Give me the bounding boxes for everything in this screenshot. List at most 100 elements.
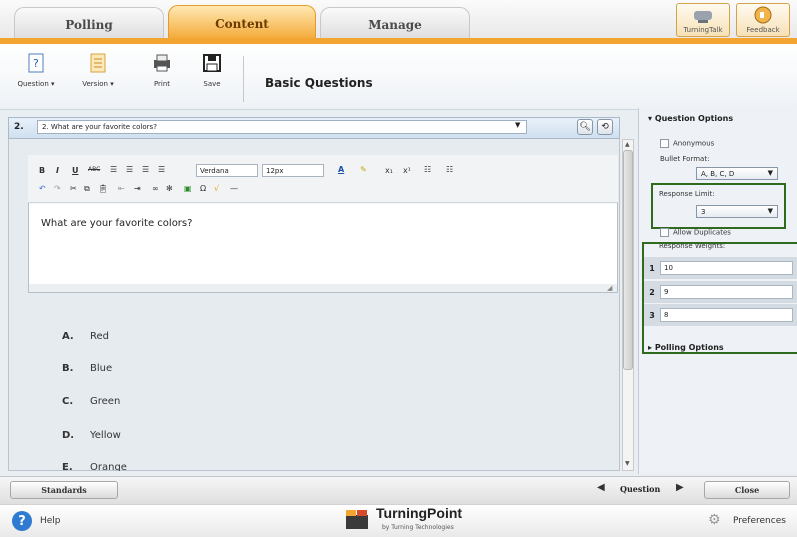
version-icon: [90, 53, 106, 73]
bullet-list-icon[interactable]: ☷: [424, 165, 431, 174]
tab-content[interactable]: Content: [168, 5, 316, 41]
page-title: Basic Questions: [265, 76, 373, 90]
outdent-icon[interactable]: ⇤: [118, 184, 125, 193]
answer-text[interactable]: Green: [90, 396, 120, 407]
answer-letter: A.: [62, 331, 74, 342]
polling-options-header[interactable]: ▸ Polling Options: [648, 343, 724, 352]
link-icon[interactable]: ∞: [152, 184, 159, 193]
chevron-down-icon[interactable]: ▼: [515, 121, 520, 129]
align-left-icon[interactable]: ☰: [110, 165, 117, 174]
svg-text:?: ?: [33, 57, 39, 70]
answer-letter: C.: [62, 396, 74, 407]
print-label: Print: [153, 80, 171, 88]
align-justify-icon[interactable]: ☰: [158, 165, 165, 174]
bold-icon[interactable]: B: [39, 166, 45, 175]
version-button[interactable]: Version ▾: [78, 52, 118, 104]
scroll-down-icon[interactable]: ▼: [625, 460, 630, 467]
indent-icon[interactable]: ⇥: [134, 184, 141, 193]
highlight-icon[interactable]: ✎: [360, 165, 367, 174]
help-label[interactable]: Help: [40, 516, 61, 526]
question-button[interactable]: ? Question ▾: [16, 52, 56, 104]
turningpoint-logo-icon: [344, 507, 372, 531]
weight-input[interactable]: 9: [660, 285, 793, 299]
numbered-list-icon[interactable]: ☷: [446, 165, 453, 174]
question-nav-label: Question: [620, 484, 661, 494]
rte-toolbar: [28, 155, 618, 203]
save-label: Save: [203, 80, 221, 88]
undo-icon[interactable]: ↶: [39, 184, 46, 193]
question-number: 2.: [14, 122, 24, 132]
tab-content-label: Content: [215, 16, 269, 31]
italic-icon[interactable]: I: [56, 166, 59, 175]
tab-polling[interactable]: Polling: [14, 7, 164, 41]
copy-icon[interactable]: ⧉: [84, 184, 90, 194]
strikethrough-icon[interactable]: ABC: [88, 166, 100, 173]
next-question-icon[interactable]: ▶: [676, 482, 684, 493]
help-icon[interactable]: ?: [12, 511, 32, 531]
version-label: Version ▾: [82, 80, 114, 88]
question-text-body[interactable]: What are your favorite colors?: [29, 204, 617, 284]
unlink-icon[interactable]: ✻: [166, 184, 173, 193]
print-button[interactable]: Print: [142, 52, 182, 104]
answer-text[interactable]: Red: [90, 331, 109, 342]
refresh-button[interactable]: ⟲: [597, 119, 613, 135]
answer-letter: B.: [62, 363, 74, 374]
magnifier-icon: 🔍︎: [579, 122, 591, 132]
weight-row: 29: [644, 281, 797, 303]
scroll-thumb[interactable]: [623, 150, 633, 370]
answer-text[interactable]: Orange: [90, 462, 127, 471]
font-size-select[interactable]: 12px: [262, 164, 324, 177]
align-center-icon[interactable]: ☰: [126, 165, 133, 174]
turningtalk-icon: [694, 11, 712, 23]
question-options-header[interactable]: ▾ Question Options: [648, 114, 733, 123]
bullet-format-select[interactable]: A, B, C, D ▼: [696, 167, 778, 180]
feedback-button[interactable]: Feedback: [736, 3, 790, 37]
paste-icon[interactable]: 📋︎: [98, 184, 108, 193]
print-icon: [154, 54, 170, 72]
answer-text[interactable]: Yellow: [90, 430, 121, 441]
turningtalk-button[interactable]: TurningTalk: [676, 3, 730, 37]
subscript-icon[interactable]: x₁: [385, 166, 393, 175]
question-text: What are your favorite colors?: [41, 218, 193, 229]
horizontal-rule-icon[interactable]: —: [230, 184, 238, 193]
question-select[interactable]: 2. What are your favorite colors?: [37, 120, 527, 134]
zoom-button[interactable]: 🔍︎: [577, 119, 593, 135]
feedback-label: Feedback: [746, 26, 780, 34]
font-family-select[interactable]: Verdana: [196, 164, 258, 177]
previous-question-icon[interactable]: ◀: [597, 482, 605, 493]
image-icon[interactable]: ▣: [184, 184, 192, 193]
redo-icon[interactable]: ↷: [54, 184, 61, 193]
feedback-icon: [754, 6, 772, 24]
resize-grip-icon[interactable]: ◢: [607, 284, 612, 292]
special-char-icon[interactable]: Ω: [200, 184, 206, 193]
allow-duplicates-checkbox[interactable]: Allow Duplicates: [660, 228, 731, 237]
anonymous-checkbox[interactable]: Anonymous: [660, 139, 714, 148]
tab-polling-label: Polling: [65, 17, 113, 32]
equation-icon[interactable]: √: [214, 184, 219, 193]
scroll-up-icon[interactable]: ▲: [625, 141, 630, 148]
brand-name: TurningPoint: [376, 505, 463, 521]
superscript-icon[interactable]: x¹: [403, 166, 411, 175]
gear-icon[interactable]: ⚙: [708, 512, 721, 528]
save-button[interactable]: Save: [192, 52, 232, 104]
close-button[interactable]: Close: [704, 481, 790, 499]
toolbar-divider: [243, 56, 244, 102]
cut-icon[interactable]: ✂: [70, 184, 77, 193]
rte-status-bar: [29, 284, 617, 292]
weight-row: 38: [644, 304, 797, 326]
weight-row-number: 1: [649, 263, 655, 273]
tab-manage[interactable]: Manage: [320, 7, 470, 41]
weight-input[interactable]: 10: [660, 261, 793, 275]
align-right-icon[interactable]: ☰: [142, 165, 149, 174]
tab-manage-label: Manage: [368, 17, 422, 32]
save-icon: [203, 54, 221, 72]
weight-input[interactable]: 8: [660, 308, 793, 322]
response-limit-select[interactable]: 3 ▼: [696, 205, 778, 218]
text-color-icon[interactable]: A: [338, 165, 344, 174]
question-icon: ?: [28, 53, 44, 73]
standards-button[interactable]: Standards: [10, 481, 118, 499]
underline-icon[interactable]: U: [72, 166, 79, 175]
answer-text[interactable]: Blue: [90, 363, 112, 374]
chevron-down-icon: ▼: [767, 207, 773, 215]
preferences-label[interactable]: Preferences: [733, 516, 786, 526]
